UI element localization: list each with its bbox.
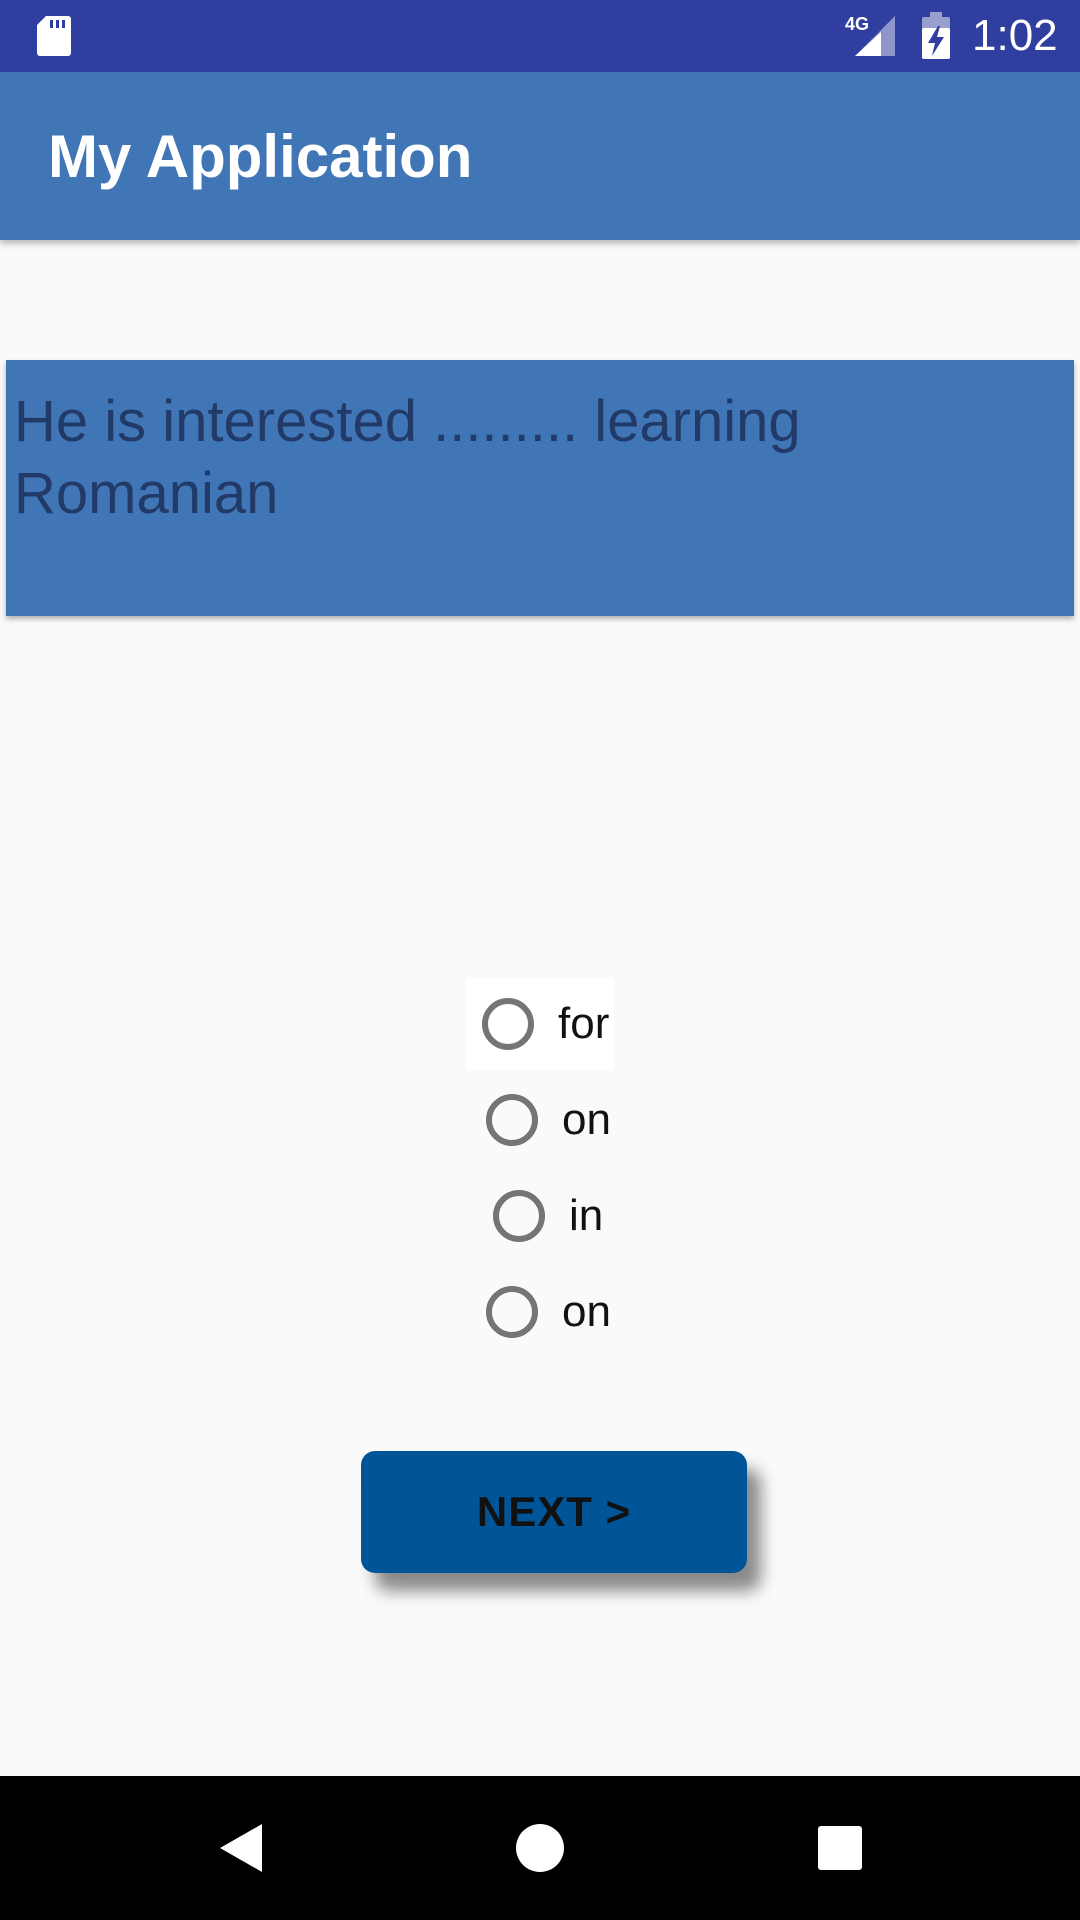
question-card: He is interested ......... learning Roma… bbox=[6, 360, 1074, 616]
option-label: in bbox=[569, 1191, 604, 1240]
app-title: My Application bbox=[48, 123, 473, 190]
next-button[interactable]: NEXT > bbox=[361, 1451, 747, 1573]
option-in-radio[interactable]: in bbox=[493, 1170, 603, 1262]
app-bar: My Application bbox=[0, 72, 1080, 240]
question-text: He is interested ......... learning Roma… bbox=[14, 389, 801, 526]
screen: 4G 1:02 My Application He is interested … bbox=[0, 0, 1080, 1920]
recents-icon[interactable] bbox=[804, 1812, 876, 1884]
radio-button-icon[interactable] bbox=[482, 998, 534, 1050]
next-button-label: NEXT > bbox=[476, 1488, 632, 1535]
home-icon[interactable] bbox=[504, 1812, 576, 1884]
signal-icon: 4G bbox=[845, 14, 895, 56]
option-on-second-radio[interactable]: on bbox=[486, 1266, 611, 1358]
sd-card-icon bbox=[37, 16, 71, 56]
option-label: on bbox=[562, 1287, 611, 1336]
back-icon[interactable] bbox=[204, 1812, 276, 1884]
option-label: on bbox=[562, 1095, 611, 1144]
radio-button-icon[interactable] bbox=[493, 1190, 545, 1242]
option-on-radio[interactable]: on bbox=[486, 1074, 611, 1166]
option-for-radio[interactable]: for bbox=[466, 978, 614, 1070]
battery-charging-icon bbox=[922, 12, 950, 59]
network-type-label: 4G bbox=[845, 14, 869, 34]
status-bar: 4G 1:02 bbox=[0, 0, 1080, 72]
navigation-bar bbox=[0, 1776, 1080, 1920]
status-time: 1:02 bbox=[972, 11, 1058, 60]
radio-button-icon[interactable] bbox=[486, 1286, 538, 1338]
radio-button-icon[interactable] bbox=[486, 1094, 538, 1146]
option-label: for bbox=[558, 999, 610, 1048]
